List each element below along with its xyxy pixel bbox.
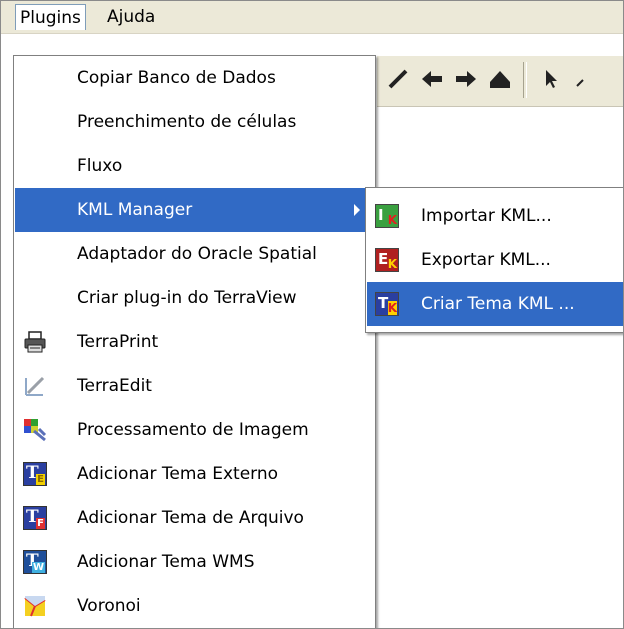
menu-item-label: Criar plug-in do TerraView [77, 288, 297, 308]
menu-item-label: TerraEdit [77, 376, 152, 396]
menu-ajuda[interactable]: Ajuda [103, 4, 159, 30]
menu-plugins[interactable]: Plugins [15, 4, 86, 30]
submenu-item-importar-kml[interactable]: I K Importar KML... [367, 194, 623, 238]
menu-item-label: KML Manager [77, 200, 193, 220]
menu-item-label: Preenchimento de células [77, 112, 297, 132]
menu-item-label: Adicionar Tema WMS [77, 552, 255, 572]
menu-item-tema-wms[interactable]: T W Adicionar Tema WMS [15, 540, 374, 584]
menu-item-label: Fluxo [77, 156, 123, 176]
menu-item-voronoi[interactable]: Voronoi [15, 584, 374, 628]
menu-item-terraedit[interactable]: TerraEdit [15, 364, 374, 408]
draw-line-icon[interactable] [383, 64, 413, 94]
submenu-item-criar-tema-kml[interactable]: T K Criar Tema KML ... [367, 282, 623, 326]
menu-item-copiar-banco[interactable]: Copiar Banco de Dados [15, 56, 374, 100]
menubar: Plugins Ajuda [1, 1, 623, 34]
home-icon[interactable] [485, 64, 515, 94]
submenu-item-label: Criar Tema KML ... [421, 294, 575, 314]
toolbar-separator [523, 62, 527, 98]
menu-item-label: Copiar Banco de Dados [77, 68, 276, 88]
export-kml-icon: E K [375, 248, 399, 272]
menu-item-label: Adicionar Tema de Arquivo [77, 508, 304, 528]
edit-pen-icon [23, 374, 47, 398]
menu-item-tema-arquivo[interactable]: T F Adicionar Tema de Arquivo [15, 496, 374, 540]
import-kml-icon: I K [375, 204, 399, 228]
menu-item-label: Adaptador do Oracle Spatial [77, 244, 317, 264]
map-canvas [377, 107, 623, 628]
menu-item-label: Voronoi [77, 596, 141, 616]
kml-submenu: I K Importar KML... E K Exportar KML... … [365, 187, 623, 333]
submenu-item-label: Importar KML... [421, 206, 552, 226]
voronoi-icon [23, 594, 47, 618]
submenu-arrow-icon [354, 204, 360, 216]
arrow-left-icon[interactable] [417, 64, 447, 94]
theme-wms-icon: T W [23, 550, 47, 574]
submenu-item-exportar-kml[interactable]: E K Exportar KML... [367, 238, 623, 282]
zoom-icon[interactable] [569, 64, 599, 94]
menu-item-terraprint[interactable]: TerraPrint [15, 320, 374, 364]
menu-item-label: Adicionar Tema Externo [77, 464, 279, 484]
theme-external-icon: T E [23, 462, 47, 486]
arrow-right-icon[interactable] [451, 64, 481, 94]
menu-item-label: TerraPrint [77, 332, 159, 352]
menu-item-processamento[interactable]: Processamento de Imagem [15, 408, 374, 452]
theme-file-icon: T F [23, 506, 47, 530]
menu-item-oracle-spatial[interactable]: Adaptador do Oracle Spatial [15, 232, 374, 276]
submenu-item-label: Exportar KML... [421, 250, 551, 270]
printer-icon [23, 330, 47, 354]
plugins-menu: Copiar Banco de Dados Preenchimento de c… [13, 55, 376, 628]
image-processing-icon [23, 418, 47, 442]
menu-item-fluxo[interactable]: Fluxo [15, 144, 374, 188]
create-theme-kml-icon: T K [375, 292, 399, 316]
toolbar [377, 56, 623, 107]
app-window: Plugins Ajuda Copiar Banco de Dados Pree… [0, 0, 624, 629]
menu-item-kml-manager[interactable]: KML Manager [15, 188, 374, 232]
menu-item-label: Processamento de Imagem [77, 420, 309, 440]
menu-item-criar-plugin[interactable]: Criar plug-in do TerraView [15, 276, 374, 320]
menu-item-preenchimento[interactable]: Preenchimento de células [15, 100, 374, 144]
menu-item-tema-externo[interactable]: T E Adicionar Tema Externo [15, 452, 374, 496]
pointer-icon[interactable] [537, 64, 567, 94]
